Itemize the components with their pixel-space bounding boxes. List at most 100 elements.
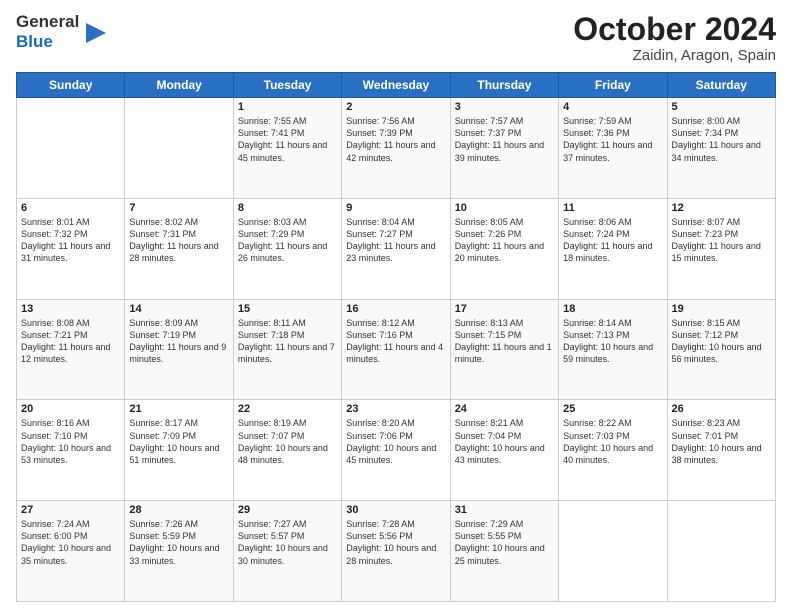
day-info: Sunrise: 8:15 AM Sunset: 7:12 PM Dayligh… [672, 317, 771, 366]
day-cell: 11 Sunrise: 8:06 AM Sunset: 7:24 PM Dayli… [559, 198, 667, 299]
day-cell: 24 Sunrise: 8:21 AM Sunset: 7:04 PM Dayli… [450, 400, 558, 501]
weekday-header-monday: Monday [125, 73, 233, 98]
day-number: 26 [672, 403, 771, 415]
day-cell: 1 Sunrise: 7:55 AM Sunset: 7:41 PM Daylig… [233, 98, 341, 199]
day-info: Sunrise: 8:04 AM Sunset: 7:27 PM Dayligh… [346, 216, 445, 265]
day-info: Sunrise: 8:03 AM Sunset: 7:29 PM Dayligh… [238, 216, 337, 265]
day-number: 28 [129, 504, 228, 516]
day-info: Sunrise: 8:20 AM Sunset: 7:06 PM Dayligh… [346, 417, 445, 466]
title-block: October 2024 Zaidin, Aragon, Spain [573, 12, 776, 64]
page: General Blue October 2024 Zaidin, Aragon… [0, 0, 792, 612]
week-row-5: 27 Sunrise: 7:24 AM Sunset: 6:00 PM Dayli… [17, 501, 776, 602]
day-info: Sunrise: 8:07 AM Sunset: 7:23 PM Dayligh… [672, 216, 771, 265]
weekday-header-saturday: Saturday [667, 73, 775, 98]
day-cell: 30 Sunrise: 7:28 AM Sunset: 5:56 PM Dayli… [342, 501, 450, 602]
day-number: 2 [346, 101, 445, 113]
day-number: 17 [455, 303, 554, 315]
day-number: 5 [672, 101, 771, 113]
day-number: 16 [346, 303, 445, 315]
day-info: Sunrise: 7:26 AM Sunset: 5:59 PM Dayligh… [129, 518, 228, 567]
day-number: 19 [672, 303, 771, 315]
day-cell: 9 Sunrise: 8:04 AM Sunset: 7:27 PM Daylig… [342, 198, 450, 299]
calendar-title: October 2024 [573, 12, 776, 47]
day-cell: 7Sunrise: 8:02 AM Sunset: 7:31 PM Daylig… [125, 198, 233, 299]
day-cell [559, 501, 667, 602]
day-cell: 20 Sunrise: 8:16 AM Sunset: 7:10 PM Dayli… [17, 400, 125, 501]
day-number: 27 [21, 504, 120, 516]
day-info: Sunrise: 7:55 AM Sunset: 7:41 PM Dayligh… [238, 115, 337, 164]
day-info: Sunrise: 8:23 AM Sunset: 7:01 PM Dayligh… [672, 417, 771, 466]
day-number: 14 [129, 303, 228, 315]
day-info: Sunrise: 8:05 AM Sunset: 7:26 PM Dayligh… [455, 216, 554, 265]
logo-general: General [16, 12, 79, 31]
day-info: Sunrise: 8:00 AM Sunset: 7:34 PM Dayligh… [672, 115, 771, 164]
day-number: 1 [238, 101, 337, 113]
day-cell: 27 Sunrise: 7:24 AM Sunset: 6:00 PM Dayli… [17, 501, 125, 602]
logo: General Blue [16, 12, 106, 51]
day-info: Sunrise: 7:28 AM Sunset: 5:56 PM Dayligh… [346, 518, 445, 567]
day-number: 15 [238, 303, 337, 315]
day-cell: 4Sunrise: 7:59 AM Sunset: 7:36 PM Daylig… [559, 98, 667, 199]
day-info: Sunrise: 8:08 AM Sunset: 7:21 PM Dayligh… [21, 317, 120, 366]
day-cell: 23 Sunrise: 8:20 AM Sunset: 7:06 PM Dayli… [342, 400, 450, 501]
day-info: Sunrise: 7:29 AM Sunset: 5:55 PM Dayligh… [455, 518, 554, 567]
day-info: Sunrise: 8:13 AM Sunset: 7:15 PM Dayligh… [455, 317, 554, 366]
calendar-table: SundayMondayTuesdayWednesdayThursdayFrid… [16, 72, 776, 602]
day-number: 31 [455, 504, 554, 516]
day-cell: 12 Sunrise: 8:07 AM Sunset: 7:23 PM Dayli… [667, 198, 775, 299]
day-number: 3 [455, 101, 554, 113]
day-number: 21 [129, 403, 228, 415]
day-cell: 25 Sunrise: 8:22 AM Sunset: 7:03 PM Dayli… [559, 400, 667, 501]
day-cell: 19 Sunrise: 8:15 AM Sunset: 7:12 PM Dayli… [667, 299, 775, 400]
day-number: 11 [563, 202, 662, 214]
day-number: 24 [455, 403, 554, 415]
day-number: 6 [21, 202, 120, 214]
day-cell: 26 Sunrise: 8:23 AM Sunset: 7:01 PM Dayli… [667, 400, 775, 501]
day-info: Sunrise: 8:19 AM Sunset: 7:07 PM Dayligh… [238, 417, 337, 466]
day-cell [17, 98, 125, 199]
day-cell: 18Sunrise: 8:14 AM Sunset: 7:13 PM Dayli… [559, 299, 667, 400]
day-info: Sunrise: 8:01 AM Sunset: 7:32 PM Dayligh… [21, 216, 120, 265]
day-cell: 6 Sunrise: 8:01 AM Sunset: 7:32 PM Daylig… [17, 198, 125, 299]
day-info: Sunrise: 7:57 AM Sunset: 7:37 PM Dayligh… [455, 115, 554, 164]
day-info: Sunrise: 8:22 AM Sunset: 7:03 PM Dayligh… [563, 417, 662, 466]
day-number: 9 [346, 202, 445, 214]
day-number: 30 [346, 504, 445, 516]
day-info: Sunrise: 8:12 AM Sunset: 7:16 PM Dayligh… [346, 317, 445, 366]
week-row-1: 1 Sunrise: 7:55 AM Sunset: 7:41 PM Daylig… [17, 98, 776, 199]
day-info: Sunrise: 8:14 AM Sunset: 7:13 PM Dayligh… [563, 317, 662, 366]
day-number: 12 [672, 202, 771, 214]
logo-text: General Blue [16, 12, 79, 51]
week-row-2: 6 Sunrise: 8:01 AM Sunset: 7:32 PM Daylig… [17, 198, 776, 299]
day-number: 8 [238, 202, 337, 214]
calendar-subtitle: Zaidin, Aragon, Spain [573, 47, 776, 64]
day-number: 25 [563, 403, 662, 415]
day-number: 29 [238, 504, 337, 516]
day-cell: 31 Sunrise: 7:29 AM Sunset: 5:55 PM Dayli… [450, 501, 558, 602]
week-row-3: 13 Sunrise: 8:08 AM Sunset: 7:21 PM Dayli… [17, 299, 776, 400]
day-cell: 22 Sunrise: 8:19 AM Sunset: 7:07 PM Dayli… [233, 400, 341, 501]
day-info: Sunrise: 7:56 AM Sunset: 7:39 PM Dayligh… [346, 115, 445, 164]
day-number: 13 [21, 303, 120, 315]
day-number: 20 [21, 403, 120, 415]
day-info: Sunrise: 7:24 AM Sunset: 6:00 PM Dayligh… [21, 518, 120, 567]
day-info: Sunrise: 7:27 AM Sunset: 5:57 PM Dayligh… [238, 518, 337, 567]
day-number: 22 [238, 403, 337, 415]
day-info: Sunrise: 8:06 AM Sunset: 7:24 PM Dayligh… [563, 216, 662, 265]
weekday-header-wednesday: Wednesday [342, 73, 450, 98]
day-info: Sunrise: 7:59 AM Sunset: 7:36 PM Dayligh… [563, 115, 662, 164]
day-info: Sunrise: 8:16 AM Sunset: 7:10 PM Dayligh… [21, 417, 120, 466]
weekday-header-friday: Friday [559, 73, 667, 98]
day-info: Sunrise: 8:17 AM Sunset: 7:09 PM Dayligh… [129, 417, 228, 466]
weekday-header-row: SundayMondayTuesdayWednesdayThursdayFrid… [17, 73, 776, 98]
day-cell: 21 Sunrise: 8:17 AM Sunset: 7:09 PM Dayli… [125, 400, 233, 501]
day-cell: 10Sunrise: 8:05 AM Sunset: 7:26 PM Dayli… [450, 198, 558, 299]
day-cell: 14Sunrise: 8:09 AM Sunset: 7:19 PM Dayli… [125, 299, 233, 400]
weekday-header-sunday: Sunday [17, 73, 125, 98]
day-cell: 16 Sunrise: 8:12 AM Sunset: 7:16 PM Dayli… [342, 299, 450, 400]
day-number: 23 [346, 403, 445, 415]
day-info: Sunrise: 8:21 AM Sunset: 7:04 PM Dayligh… [455, 417, 554, 466]
header: General Blue October 2024 Zaidin, Aragon… [16, 12, 776, 64]
day-cell: 28 Sunrise: 7:26 AM Sunset: 5:59 PM Dayli… [125, 501, 233, 602]
logo-blue: Blue [16, 32, 53, 51]
